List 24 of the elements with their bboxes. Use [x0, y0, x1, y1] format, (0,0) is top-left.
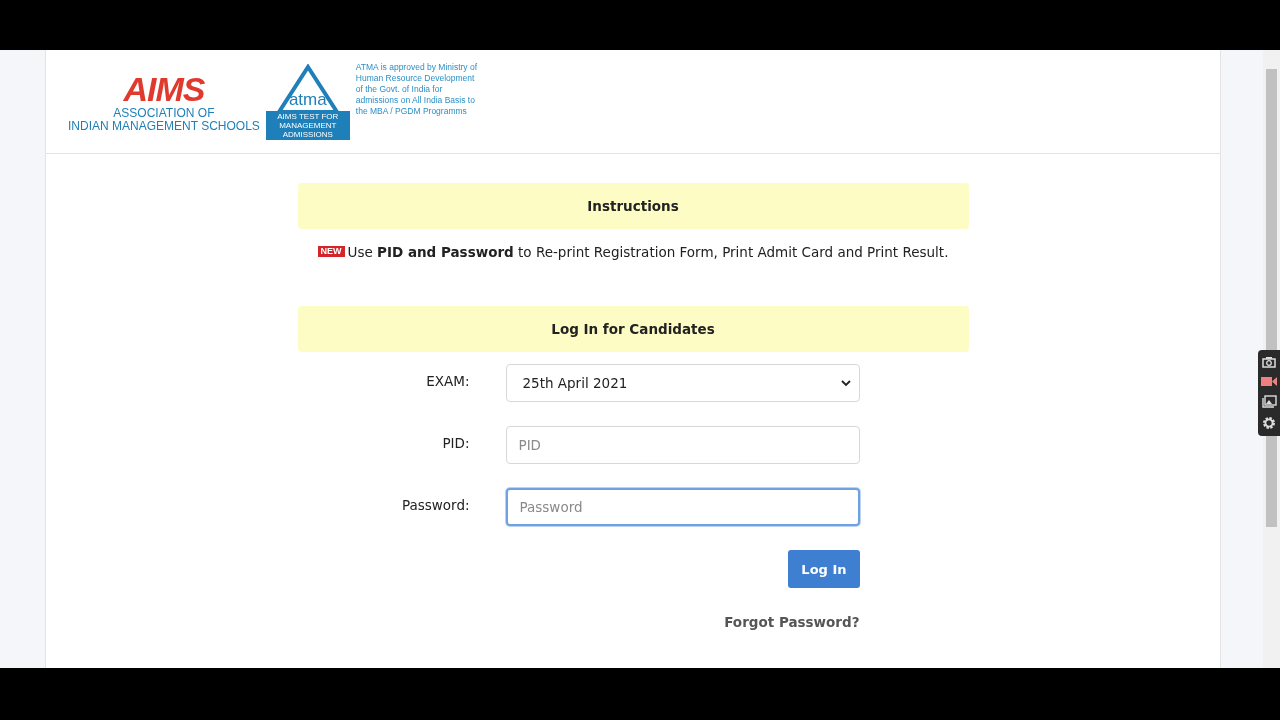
password-field[interactable]: Password [505, 488, 860, 526]
pid-field[interactable]: PID [505, 426, 860, 464]
instruction-text: Use PID and Password to Re-print Registration Form, Print Admit Card and Print Result. [347, 243, 949, 260]
section-header: Instructions [297, 183, 969, 229]
camera-icon[interactable] [1262, 356, 1276, 368]
approval-note: ATMA is approved by Ministry of Human Resource Development of the Govt. of India for admissions on All India Basis to the MBA / PGDM Programms [355, 61, 479, 117]
atma-wordmark: atma [288, 90, 327, 108]
settings-icon[interactable] [1262, 416, 1276, 430]
video-camera-icon[interactable] [1261, 376, 1277, 387]
image-icon[interactable] [1261, 395, 1277, 408]
forgot-password-link[interactable]: Forgot Password? [724, 614, 860, 630]
new-badge: NEW [317, 246, 345, 257]
field-label: PID: [441, 435, 470, 451]
aims-wordmark: AIMS [123, 70, 205, 107]
chevron-icon [840, 379, 851, 387]
atma-tagline: AIMS TEST FOR MANAGEMENT ADMISSIONS [265, 110, 350, 140]
field-label: EXAM: [425, 373, 470, 389]
exam-select[interactable]: 25th April 2021 [505, 364, 860, 402]
login-button[interactable]: Log In [788, 550, 860, 588]
field-label: Password: [400, 497, 470, 513]
section-header: Log In for Candidates [297, 306, 969, 352]
logo-subtitle: INDIAN MANAGEMENT SCHOOLS [68, 119, 260, 133]
logo-subtitle: ASSOCIATION OF [113, 106, 215, 120]
triangle-icon [275, 63, 340, 114]
